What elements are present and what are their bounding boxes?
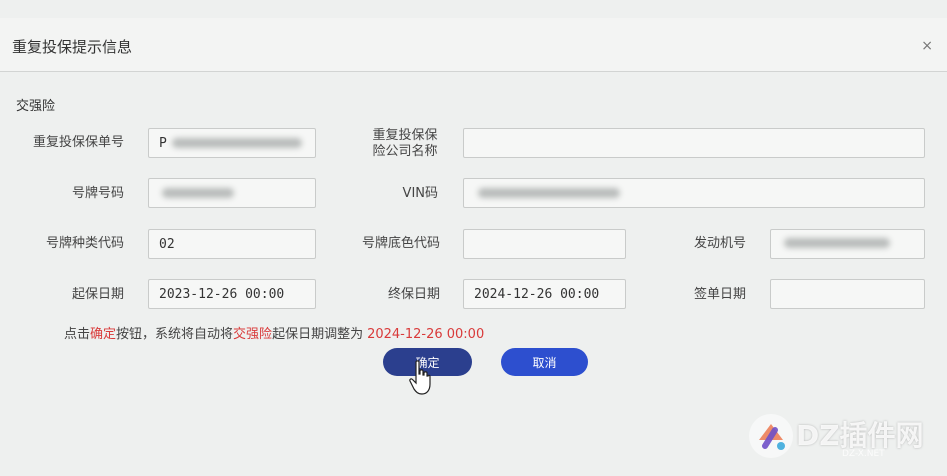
plate-color-label: 号牌底色代码: [361, 236, 440, 251]
notice-date: 2024-12-26 00:00: [367, 327, 485, 342]
vin-label: VIN码: [402, 186, 438, 201]
redacted-blur: [162, 188, 234, 198]
insurer-name-field[interactable]: [463, 128, 925, 158]
watermark-subtext: DZ-X.NET: [842, 449, 885, 459]
notice-text: 按钮，系统将自动将: [116, 327, 234, 342]
notice-text: 点击: [64, 327, 91, 342]
notice-text: 起保日期调整为: [272, 327, 364, 342]
duplicate-insurance-dialog: 重复投保提示信息 × 交强险 重复投保保单号 重复投保保 险公司名称 号牌号码 …: [0, 0, 947, 476]
notice-highlight-type: 交强险: [233, 327, 273, 342]
plate-type-field[interactable]: [148, 229, 316, 259]
dialog-titlebar: 重复投保提示信息 ×: [0, 18, 947, 72]
redacted-blur: [172, 138, 302, 148]
hand-pointer-icon: [409, 360, 431, 395]
end-date-label: 终保日期: [387, 287, 440, 302]
insurer-label-line2: 险公司名称: [372, 144, 438, 159]
end-date-field[interactable]: [463, 279, 626, 309]
insurer-label-line1: 重复投保保: [372, 128, 438, 143]
policy-no-label: 重复投保保单号: [32, 135, 124, 150]
dialog-title: 重复投保提示信息: [12, 38, 133, 56]
close-icon[interactable]: ×: [921, 38, 933, 54]
start-date-label: 起保日期: [71, 287, 124, 302]
plate-color-field[interactable]: [463, 229, 626, 259]
start-date-field[interactable]: [148, 279, 316, 309]
section-title: 交强险: [16, 99, 56, 114]
redacted-blur: [784, 238, 890, 248]
sign-date-label: 签单日期: [693, 287, 746, 302]
insurer-label: 重复投保保 险公司名称: [360, 128, 450, 160]
engine-no-label: 发动机号: [693, 236, 746, 251]
plate-type-label: 号牌种类代码: [45, 236, 124, 251]
sign-date-field[interactable]: [770, 279, 925, 309]
cancel-button[interactable]: 取消: [501, 348, 588, 376]
plate-no-label: 号牌号码: [71, 186, 124, 201]
watermark-text: DZ插件网: [796, 419, 924, 452]
notice-highlight-ok: 确定: [90, 327, 117, 342]
redacted-blur: [478, 188, 620, 198]
adjust-notice: 点击确定按钮，系统将自动将交强险起保日期调整为 2024-12-26 00:00: [64, 323, 484, 342]
